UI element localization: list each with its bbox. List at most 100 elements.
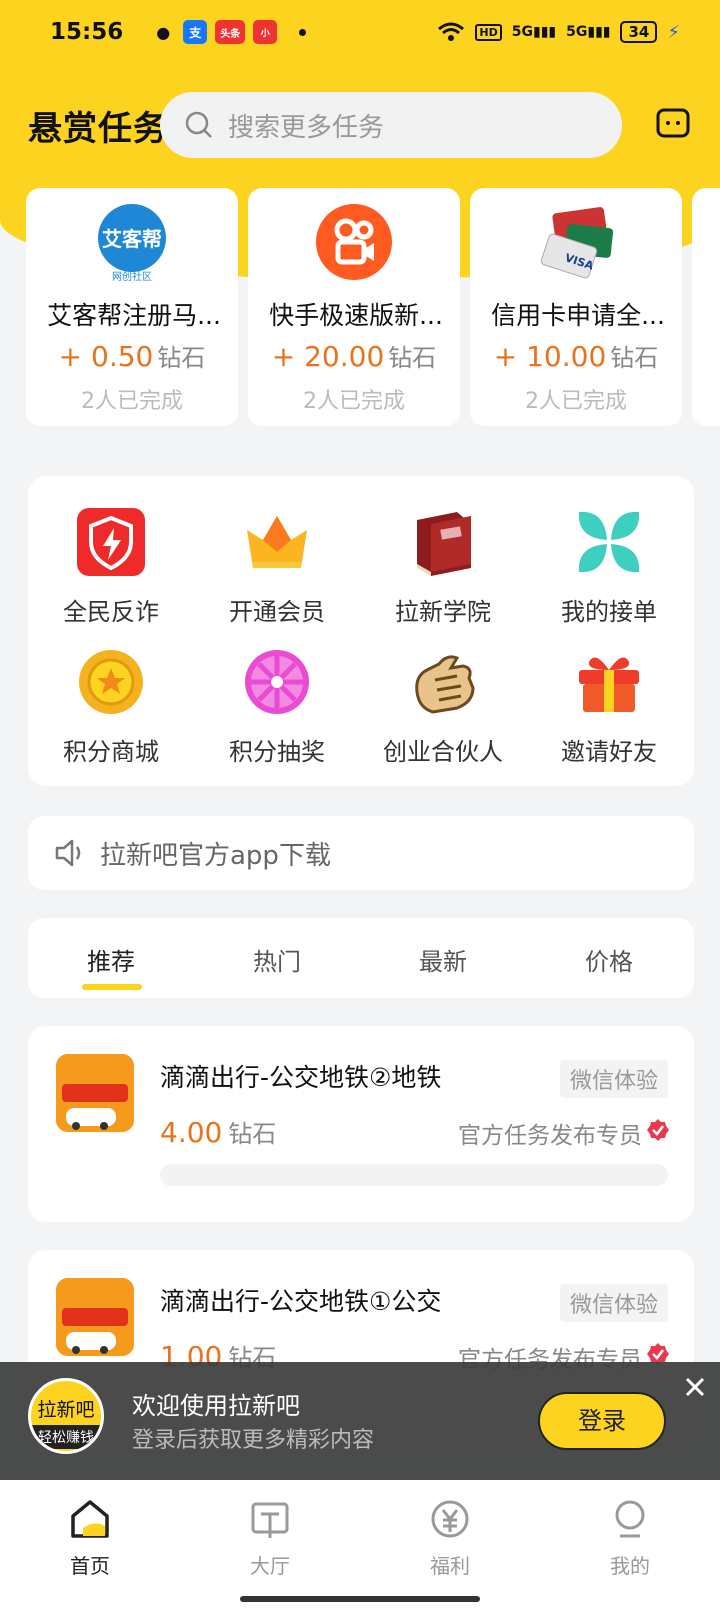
gift-icon	[579, 657, 639, 712]
nav-label: 大厅	[250, 1554, 290, 1578]
grid-item-points-mall[interactable]: 积分商城	[28, 646, 194, 767]
featured-task-card[interactable]: 快手极速版新... + 20.00 钻石 2人已完成	[248, 188, 460, 426]
grid-item-label: 积分抽奖	[229, 738, 325, 766]
grid-item-invite[interactable]: 邀请好友	[526, 646, 692, 767]
profile-icon	[615, 1500, 645, 1538]
page-title: 悬赏任务	[28, 108, 168, 149]
grid-item-label: 拉新学院	[395, 598, 491, 626]
notice-bar[interactable]: 拉新吧官方app下载	[28, 816, 694, 890]
speaker-icon	[55, 839, 81, 867]
notification-dot	[299, 28, 307, 36]
featured-task-reward: + 20.00 钻石	[271, 340, 437, 373]
shield-icon	[77, 508, 145, 576]
search-placeholder: 搜索更多任务	[228, 112, 385, 143]
task-title: 滴滴出行-公交地铁②地铁	[160, 1063, 442, 1092]
featured-task-carousel[interactable]: 艾客帮网创社区 艾客帮注册马... + 0.50 钻石 2人已完成 快手极速版新.…	[26, 188, 720, 428]
wifi-icon	[438, 22, 465, 41]
tab-indicator	[82, 984, 142, 990]
book-icon	[417, 512, 471, 576]
signal-1-icon: 5G▮▮▮	[511, 24, 557, 40]
svg-text:网创社区: 网创社区	[112, 270, 152, 282]
bottom-navigation: 首页 大厅 福利 我的	[0, 1480, 720, 1612]
grid-item-academy[interactable]: 拉新学院	[360, 506, 526, 627]
featured-task-card[interactable]: 艾客帮网创社区 艾客帮注册马... + 0.50 钻石 2人已完成	[26, 188, 238, 426]
featured-task-reward: + 0.50 钻石	[58, 340, 206, 373]
task-tag: 微信体验	[559, 1060, 668, 1098]
charging-icon: ⚡	[667, 21, 680, 43]
login-button[interactable]: 登录	[538, 1392, 666, 1450]
home-indicator	[240, 1596, 480, 1602]
status-time: 15:56	[50, 19, 124, 45]
task-thumbnail-icon	[56, 1054, 134, 1132]
featured-task-card[interactable]: VISA 信用卡申请全... + 10.00 钻石 2人已完成	[470, 188, 682, 426]
grid-item-membership[interactable]: 开通会员	[194, 506, 360, 627]
clover-icon	[578, 511, 640, 573]
nav-hall[interactable]: 大厅	[210, 1498, 330, 1579]
mini-app-icon: 小	[253, 20, 278, 44]
grid-item-lottery[interactable]: 积分抽奖	[194, 646, 360, 767]
yen-icon	[431, 1500, 469, 1538]
svg-text:艾客帮: 艾客帮	[102, 227, 162, 251]
alipay-icon: 支	[183, 20, 208, 44]
tab-recommend[interactable]: 推荐	[28, 942, 194, 977]
app-header: 悬赏任务 搜索更多任务	[0, 90, 720, 160]
featured-task-completed: 2人已完成	[303, 389, 405, 414]
task-card[interactable]: 滴滴出行-公交地铁②地铁 微信体验 4.00 钻石 官方任务发布专员	[28, 1026, 694, 1222]
app-avatar: 拉新吧 轻松赚钱	[28, 1378, 104, 1454]
search-icon	[185, 111, 212, 138]
featured-task-completed: 2人已完成	[525, 389, 627, 414]
grid-item-partner[interactable]: 创业合伙人	[360, 646, 526, 767]
grid-item-anti-fraud[interactable]: 全民反诈	[28, 506, 194, 627]
nav-home[interactable]: 首页	[30, 1498, 150, 1579]
task-tag: 微信体验	[559, 1284, 668, 1322]
wheel-icon	[245, 650, 309, 714]
hd-icon: HD	[475, 23, 502, 41]
featured-task-card-partial[interactable]	[692, 188, 720, 426]
tab-price[interactable]: 价格	[526, 942, 692, 977]
avatar-slogan: 轻松赚钱	[31, 1425, 101, 1449]
nav-label: 我的	[610, 1554, 650, 1578]
kuaishou-logo-icon	[316, 204, 392, 280]
nav-profile[interactable]: 我的	[570, 1498, 690, 1579]
home-icon	[71, 1500, 109, 1538]
tab-hot[interactable]: 热门	[194, 942, 360, 977]
wechat-icon: ●	[151, 20, 176, 44]
banner-title: 欢迎使用拉新吧	[132, 1392, 300, 1420]
featured-task-title: 快手极速版新...	[269, 301, 443, 330]
tab-latest[interactable]: 最新	[360, 942, 526, 977]
notice-text: 拉新吧官方app下载	[100, 840, 331, 871]
message-icon[interactable]	[656, 108, 690, 140]
banner-subtitle: 登录后获取更多精彩内容	[132, 1428, 375, 1453]
grid-item-label: 全民反诈	[63, 598, 159, 626]
search-input[interactable]: 搜索更多任务	[160, 92, 622, 158]
toutiao-icon: 头条	[215, 20, 246, 44]
credit-card-icon: VISA	[540, 207, 614, 279]
close-icon[interactable]	[684, 1376, 706, 1398]
task-price: 4.00 钻石	[160, 1116, 277, 1149]
task-publisher: 官方任务发布专员	[458, 1123, 642, 1149]
task-title: 滴滴出行-公交地铁①公交	[160, 1287, 442, 1316]
status-bar: 15:56 ● 支 头条 小 HD 5G▮▮▮ 5G▮▮▮ 34 ⚡	[0, 0, 720, 64]
grid-item-my-orders[interactable]: 我的接单	[526, 506, 692, 627]
featured-task-title: 艾客帮注册马...	[47, 301, 221, 330]
task-thumbnail-icon	[56, 1278, 134, 1356]
grid-item-label: 邀请好友	[561, 738, 657, 766]
crown-icon	[247, 516, 307, 568]
nav-label: 福利	[430, 1554, 470, 1578]
grid-item-label: 创业合伙人	[383, 738, 503, 766]
login-banner: 拉新吧 轻松赚钱 欢迎使用拉新吧 登录后获取更多精彩内容 登录	[0, 1362, 720, 1480]
featured-task-completed: 2人已完成	[81, 389, 183, 414]
task-progress-bar	[160, 1164, 668, 1186]
hall-icon	[251, 1502, 289, 1538]
featured-task-title: 信用卡申请全...	[491, 301, 665, 330]
grid-item-label: 我的接单	[561, 598, 657, 626]
battery-icon: 34	[620, 21, 658, 43]
verified-badge-icon	[647, 1119, 669, 1141]
avatar-title: 拉新吧	[37, 1399, 95, 1421]
feature-grid: 全民反诈 开通会员 拉新学院 我的接单 积分商城 积分抽奖 创业合伙人 邀请好友	[28, 476, 694, 786]
medal-icon	[79, 650, 143, 714]
signal-2-icon: 5G▮▮▮	[566, 24, 611, 40]
nav-label: 首页	[70, 1554, 110, 1578]
nav-welfare[interactable]: 福利	[390, 1498, 510, 1579]
grid-item-label: 积分商城	[63, 738, 159, 766]
